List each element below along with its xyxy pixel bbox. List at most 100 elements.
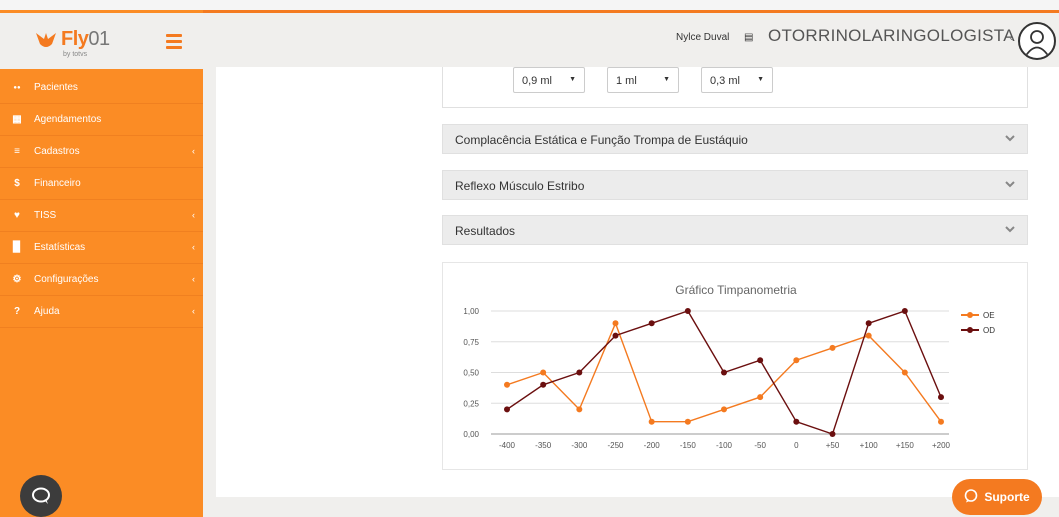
sidebar-item-cadastros[interactable]: ≡ Cadastros ‹ [0, 136, 203, 168]
legend-label: OD [983, 326, 995, 335]
accordion-title: Resultados [455, 224, 516, 238]
chevron-left-icon: ‹ [192, 242, 195, 252]
sidebar-item-agendamentos[interactable]: ▦ Agendamentos [0, 104, 203, 136]
volume-select-2[interactable]: 1 ml ▼ [607, 67, 679, 93]
accordion-reflexo[interactable]: Reflexo Músculo Estribo [442, 170, 1028, 200]
users-icon: ●● [13, 84, 21, 91]
x-tick-label: -200 [644, 441, 661, 450]
sidebar-item-tiss[interactable]: ♥ TISS ‹ [0, 200, 203, 232]
gear-icon: ⚙ [12, 274, 22, 285]
data-point-oe [648, 418, 655, 425]
data-point-oe [865, 332, 872, 339]
x-tick-label: +200 [932, 441, 951, 450]
specialty-selector[interactable]: OTORRINOLARINGOLOGISTA [768, 26, 1015, 46]
data-point-od [612, 332, 619, 339]
data-point-od [648, 320, 655, 327]
sidebar-item-label: Ajuda [34, 306, 60, 317]
chevron-down-icon [1005, 181, 1015, 188]
legend-label: OE [983, 311, 995, 320]
accordion-title: Reflexo Músculo Estribo [455, 179, 585, 193]
data-point-oe [757, 394, 764, 401]
data-point-oe [504, 381, 510, 388]
top-strip [0, 0, 1059, 10]
app-logo[interactable]: Fly01 [34, 28, 110, 51]
bird-logo-icon [34, 30, 58, 50]
avatar[interactable] [1018, 22, 1056, 60]
sidebar: Fly01 by totvs ●● Pacientes ▦ Agendamentos ≡… [0, 10, 203, 517]
sidebar-item-configuracoes[interactable]: ⚙ Configurações ‹ [0, 264, 203, 296]
support-button[interactable]: Suporte [952, 479, 1042, 515]
data-point-oe [684, 418, 691, 425]
bar-chart-icon: ▉ [13, 242, 21, 253]
data-point-oe [612, 320, 619, 327]
volume-value: 1 ml [616, 75, 637, 87]
chevron-left-icon: ‹ [192, 210, 195, 220]
caret-down-icon: ▼ [757, 76, 764, 83]
data-point-od [540, 381, 547, 388]
sidebar-menu: ●● Pacientes ▦ Agendamentos ≡ Cadastros ‹ $ Fina… [0, 72, 203, 328]
list-icon: ≡ [14, 146, 20, 157]
sidebar-item-financeiro[interactable]: $ Financeiro [0, 168, 203, 200]
x-tick-label: +100 [860, 441, 879, 450]
chevron-left-icon: ‹ [192, 306, 195, 316]
x-tick-label: 0 [794, 441, 799, 450]
user-avatar-icon [1024, 30, 1050, 58]
tympanometry-chart-panel: Gráfico Timpanometria 0,00 0,25 0,50 0,75 1,0… [442, 262, 1028, 470]
x-tick-label: +150 [896, 441, 915, 450]
y-tick-label: 0,75 [463, 338, 479, 347]
x-tick-label: -400 [499, 441, 516, 450]
data-point-od [829, 431, 836, 437]
accordion-complacencia[interactable]: Complacência Estática e Função Trompa de… [442, 124, 1028, 154]
data-point-oe [576, 406, 583, 413]
question-icon: ? [13, 306, 21, 317]
volume-select-1[interactable]: 0,9 ml ▼ [513, 67, 585, 93]
y-tick-label: 0,00 [463, 430, 479, 439]
data-point-od [576, 369, 583, 376]
sidebar-item-label: Estatísticas [34, 242, 86, 253]
chat-button[interactable] [20, 475, 62, 517]
volume-panel: 0,9 ml ▼ 1 ml ▼ 0,3 ml ▼ [442, 67, 1028, 108]
y-tick-label: 0,50 [463, 369, 479, 378]
caret-down-icon: ▼ [569, 76, 576, 83]
sidebar-item-pacientes[interactable]: ●● Pacientes [0, 72, 203, 104]
top-header: Nylce Duval ▤ OTORRINOLARINGOLOGISTA ⌄ [203, 13, 1059, 67]
volume-value: 0,3 ml [710, 75, 740, 87]
hamburger-menu-icon[interactable] [166, 34, 182, 49]
legend-marker [967, 327, 973, 333]
chevron-down-icon[interactable]: ⌄ [1008, 32, 1016, 43]
chevron-down-icon [1005, 135, 1015, 142]
user-name[interactable]: Nylce Duval [676, 32, 729, 43]
data-point-od [721, 369, 727, 376]
brand-sub: by totvs [63, 51, 88, 58]
sidebar-item-label: Pacientes [34, 82, 78, 93]
data-point-od [901, 308, 908, 314]
x-tick-label: -300 [571, 441, 588, 450]
x-tick-label: -100 [716, 441, 733, 450]
data-point-oe [540, 369, 547, 376]
data-point-od [938, 394, 944, 401]
data-point-oe [938, 418, 944, 425]
x-tick-label: -150 [680, 441, 697, 450]
y-tick-label: 1,00 [463, 307, 479, 316]
volume-select-3[interactable]: 0,3 ml ▼ [701, 67, 773, 93]
brand-name: Fly01 [61, 28, 110, 50]
chevron-left-icon: ‹ [192, 146, 195, 156]
caret-down-icon: ▼ [663, 76, 670, 83]
sidebar-item-ajuda[interactable]: ? Ajuda ‹ [0, 296, 203, 328]
heartbeat-icon: ♥ [14, 210, 20, 221]
chart-title: Gráfico Timpanometria [675, 283, 797, 297]
tympanometry-chart: Gráfico Timpanometria 0,00 0,25 0,50 0,75 1,0… [463, 283, 995, 450]
data-point-oe [901, 369, 908, 376]
sidebar-item-estatisticas[interactable]: ▉ Estatísticas ‹ [0, 232, 203, 264]
sidebar-item-label: TISS [34, 210, 57, 221]
support-label: Suporte [984, 490, 1030, 504]
chat-icon [32, 487, 50, 504]
accordion-resultados[interactable]: Resultados [442, 215, 1028, 245]
y-tick-label: 0,25 [463, 399, 479, 408]
data-point-od [757, 357, 764, 364]
logo-area: Fly01 by totvs [0, 13, 203, 69]
user-card-icon[interactable]: ▤ [744, 32, 753, 43]
dollar-icon: $ [14, 178, 20, 189]
sidebar-item-label: Financeiro [34, 178, 81, 189]
sidebar-item-label: Configurações [34, 274, 99, 285]
